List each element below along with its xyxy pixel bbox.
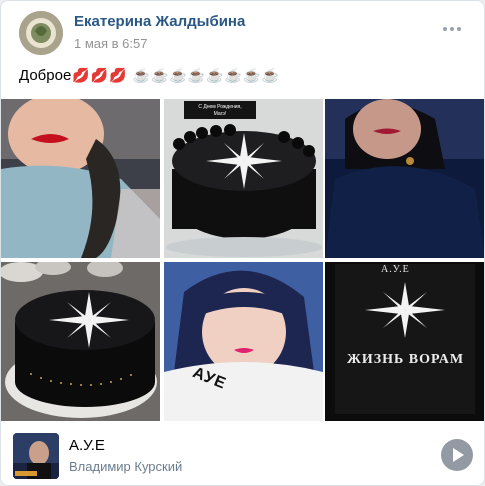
coffee-emoji: ☕ bbox=[151, 67, 169, 83]
post-date[interactable]: 1 мая в 6:57 bbox=[74, 36, 147, 51]
author-avatar[interactable] bbox=[19, 11, 63, 55]
audio-cover bbox=[13, 433, 59, 479]
photo-image bbox=[1, 262, 160, 421]
coffee-emoji: ☕ bbox=[243, 67, 261, 83]
lips-emoji: 💋 bbox=[72, 67, 90, 83]
photo-black-cake-1[interactable]: С Днем Рождения, Магэ! bbox=[164, 99, 323, 258]
coffee-emoji: ☕ bbox=[187, 67, 206, 83]
photo-selfie-2[interactable] bbox=[325, 99, 484, 258]
cake-label-line2: Магэ! bbox=[214, 111, 227, 117]
photo-image bbox=[1, 99, 160, 258]
author-name[interactable]: Екатерина Жалдыбина bbox=[74, 13, 245, 30]
zhizn-voram-caption: ЖИЗНЬ ВОРАМ bbox=[347, 352, 465, 367]
coffee-emoji: ☕ bbox=[224, 67, 243, 83]
coffee-emoji: ☕ bbox=[261, 67, 280, 83]
aue-top-label: А.У.Е bbox=[381, 264, 410, 275]
cake-label-line1: С Днем Рождения, bbox=[198, 104, 241, 110]
photo-black-cake-3[interactable]: А.У.Е ЖИЗНЬ ВОРАМ bbox=[325, 262, 484, 421]
wall-post: Екатерина Жалдыбина 1 мая в 6:57 Доброе … bbox=[0, 0, 485, 486]
photo-grid: С Днем Рождения, Магэ! АУЕ А.У.Е ЖИЗНЬ В… bbox=[1, 99, 484, 421]
coffee-emoji: ☕ bbox=[206, 67, 224, 83]
photo-image bbox=[325, 262, 484, 421]
avatar-image bbox=[19, 11, 63, 55]
audio-cover-image bbox=[13, 433, 59, 479]
lips-emoji: 💋 bbox=[109, 67, 127, 83]
post-text: Доброе 💋 💋 💋 ☕ ☕ ☕ ☕ ☕ ☕ ☕ ☕ bbox=[19, 67, 279, 84]
play-icon[interactable] bbox=[441, 439, 473, 471]
audio-attachment[interactable]: А.У.Е Владимир Курский bbox=[13, 433, 473, 479]
post-text-content: Доброе bbox=[19, 67, 72, 84]
lips-emoji: 💋 bbox=[90, 67, 109, 83]
photo-black-cake-2[interactable] bbox=[1, 262, 160, 421]
more-options-icon[interactable] bbox=[440, 17, 464, 41]
audio-title[interactable]: А.У.Е bbox=[69, 437, 105, 454]
photo-image: С Днем Рождения, Магэ! bbox=[164, 99, 323, 258]
post-header: Екатерина Жалдыбина 1 мая в 6:57 bbox=[19, 11, 470, 55]
audio-artist[interactable]: Владимир Курский bbox=[69, 459, 182, 474]
photo-image bbox=[325, 99, 484, 258]
photo-selfie-3[interactable]: АУЕ bbox=[164, 262, 323, 421]
coffee-emoji: ☕ bbox=[132, 67, 151, 83]
photo-image bbox=[164, 262, 323, 421]
photo-selfie-1[interactable] bbox=[1, 99, 160, 258]
coffee-emoji: ☕ bbox=[169, 67, 187, 83]
